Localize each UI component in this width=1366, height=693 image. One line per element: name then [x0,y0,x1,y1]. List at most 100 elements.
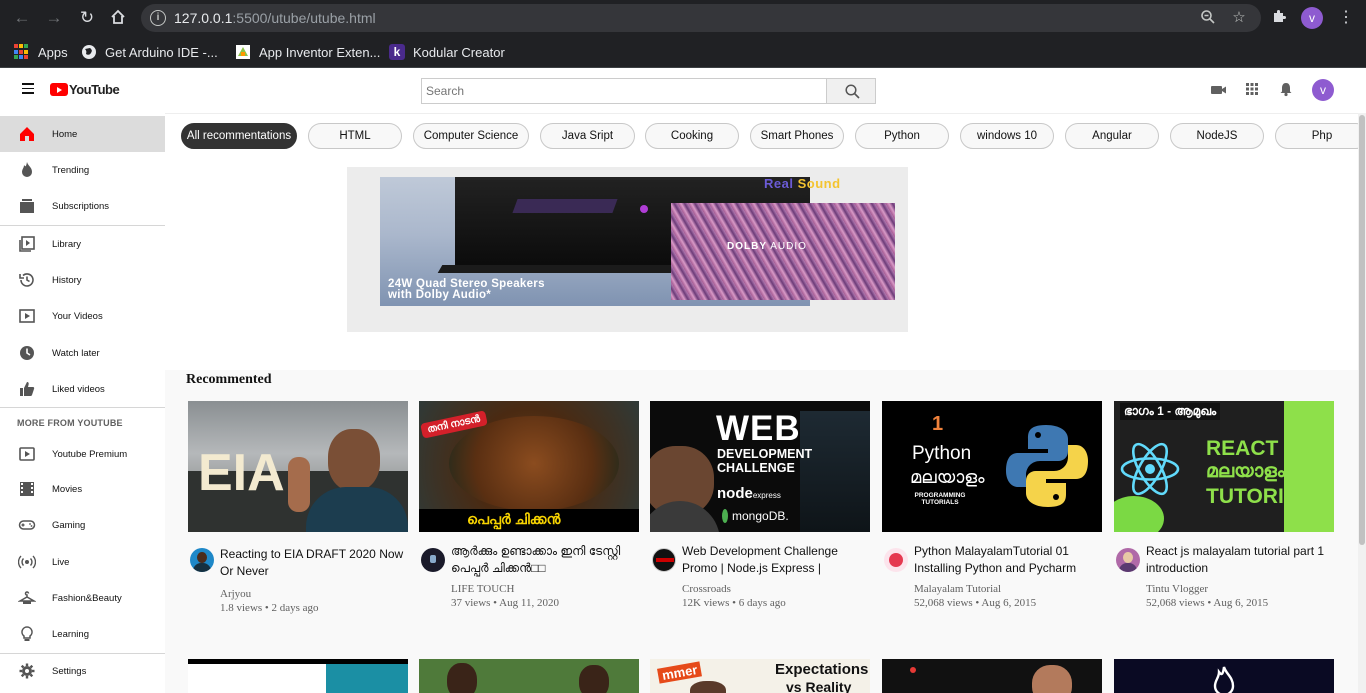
video-thumbnail-row2[interactable]: mmer Expectations vs Reality [650,659,870,693]
sidebar-item-settings[interactable]: Settings [0,653,165,689]
address-bar[interactable]: i 127.0.0.1:5500/utube/utube.html ☆ [141,4,1261,32]
chip-php[interactable]: Php [1275,123,1366,149]
sidebar-item-trending[interactable]: Trending [0,152,165,188]
dolby-bold: DOLBY [727,241,767,252]
thumbnail-text: EIA [198,444,285,502]
zoom-icon[interactable] [1199,9,1217,27]
channel-avatar[interactable] [1116,548,1140,572]
page-scrollbar[interactable] [1358,113,1366,693]
reload-icon[interactable]: ↻ [77,8,97,28]
sidebar-item-learning[interactable]: Learning [0,616,165,652]
video-thumbnail-row2[interactable] [419,659,639,693]
video-thumbnail[interactable]: WEB DEVELOPMENT CHALLENGE nodeexpress mo… [650,401,870,532]
home-browser-icon[interactable] [108,8,128,28]
sidebar-item-gaming[interactable]: Gaming [0,507,165,543]
forward-arrow-icon[interactable]: → [44,8,64,28]
video-thumbnail[interactable]: പെപ്പർ ചിക്കൻ തനി നാടൻ [419,401,639,532]
sidebar-item-label: History [52,274,82,286]
sidebar-item-watch-later[interactable]: Watch later [0,335,165,371]
video-title[interactable]: ആർക്കും ഉണ്ടാക്കാം ഇനി ടേസ്റ്റി പെപ്പർ ച… [451,543,639,577]
apps-icon[interactable] [1244,81,1262,99]
search-button[interactable] [826,78,876,104]
video-thumbnail-row2[interactable] [188,659,408,693]
chip-java-sript[interactable]: Java Sript [540,123,635,149]
category-chips-bar: All recommentations HTML Computer Scienc… [165,113,1366,159]
video-thumbnail[interactable]: 1 Python മലയാളം PROGRAMMING TUTORIALS [882,401,1102,532]
bookmark-apps[interactable]: Apps [14,42,68,62]
channel-name[interactable]: Tintu Vlogger [1146,583,1208,595]
user-avatar[interactable]: v [1312,79,1334,101]
video-thumbnail[interactable]: EIA [188,401,408,532]
back-arrow-icon[interactable]: ← [12,8,32,28]
channel-name[interactable]: LIFE TOUCH [451,583,514,595]
bookmark-app-inventor[interactable]: App Inventor Exten... [235,42,380,62]
history-icon [19,273,34,287]
bookmark-label: App Inventor Exten... [259,44,381,60]
ad-banner[interactable]: 24W Quad Stereo Speakers with Dolby Audi… [347,167,908,332]
channel-name[interactable]: Malayalam Tutorial [914,583,1001,595]
sidebar-item-live[interactable]: Live [0,544,165,580]
hanger-icon [18,591,36,604]
bookmark-star-icon[interactable]: ☆ [1230,9,1248,27]
sidebar-item-youtube-premium[interactable]: Youtube Premium [0,436,165,472]
extensions-puzzle-icon[interactable] [1270,8,1288,28]
site-info-icon[interactable]: i [150,10,166,26]
video-thumbnail[interactable]: ഭാഗം 1 - ആമുഖം REACT JS മലയാളം TUTORIAL [1114,401,1334,532]
channel-name[interactable]: Arjyou [220,588,251,600]
sidebar-item-history[interactable]: History [0,262,165,298]
channel-name[interactable]: Crossroads [682,583,731,595]
bookmarks-bar: Apps Get Arduino IDE -... App Inventor E… [0,36,1366,68]
kodular-icon: k [389,44,405,60]
dolby-light: AUDIO [767,241,807,252]
ad-brand-sound: Sound [797,177,841,191]
chip-nodejs[interactable]: NodeJS [1170,123,1264,149]
bookmark-arduino[interactable]: Get Arduino IDE -... [81,42,218,62]
video-thumbnail-row2[interactable] [1114,659,1334,693]
video-thumbnail-row2[interactable] [882,659,1102,693]
chip-computer-science[interactable]: Computer Science [413,123,529,149]
sidebar-item-home[interactable]: Home [0,116,165,152]
video-title[interactable]: Reacting to EIA DRAFT 2020 Now Or Never [220,546,408,580]
chip-all-recommentations[interactable]: All recommentations [181,123,297,149]
video-title[interactable]: React js malayalam tutorial part 1 intro… [1146,543,1334,577]
sidebar: Home Trending Subscriptions Library Hist… [0,113,165,693]
chip-windows-10[interactable]: windows 10 [960,123,1054,149]
sidebar-item-liked-videos[interactable]: Liked videos [0,371,165,407]
video-title[interactable]: Python MalayalamTutorial 01 Installing P… [914,543,1102,577]
thumbnail-express-text: express [752,491,781,500]
chip-smart-phones[interactable]: Smart Phones [750,123,844,149]
bell-icon[interactable] [1278,81,1296,99]
sidebar-item-your-videos[interactable]: Your Videos [0,298,165,334]
url-text[interactable]: 127.0.0.1:5500/utube/utube.html [174,10,376,26]
scrollbar-thumb[interactable] [1359,115,1365,545]
channel-avatar[interactable] [652,548,676,572]
chip-html[interactable]: HTML [308,123,402,149]
video-camera-icon[interactable] [1210,81,1228,99]
sidebar-item-label: Movies [52,483,83,495]
thumbnail-text: പെപ്പർ ചിക്കൻ [467,511,561,527]
sidebar-item-label: Trending [52,164,90,176]
sidebar-item-fashion-beauty[interactable]: Fashion&Beauty [0,580,165,616]
ad-image[interactable]: 24W Quad Stereo Speakers with Dolby Audi… [380,177,896,306]
dolby-audio-logo: DOLBY AUDIO [727,241,807,252]
hamburger-menu-icon[interactable] [22,83,34,95]
browser-menu-icon[interactable]: ⋮ [1338,8,1354,28]
sidebar-item-movies[interactable]: Movies [0,471,165,507]
youtube-premium-icon [19,447,35,461]
chip-angular[interactable]: Angular [1065,123,1159,149]
search-input[interactable] [421,78,827,104]
video-title[interactable]: Web Development Challenge Promo | Node.j… [682,543,870,577]
thumbnail-tag: mmer [657,661,703,684]
channel-avatar[interactable] [421,548,445,572]
chip-cooking[interactable]: Cooking [645,123,739,149]
thumbnail-line1: Expectations [775,661,869,678]
chip-python[interactable]: Python [855,123,949,149]
sidebar-item-library[interactable]: Library [0,226,165,262]
channel-avatar[interactable] [190,548,214,572]
freecodecamp-fire-icon [1213,666,1235,693]
youtube-logo[interactable]: YouTube [50,82,120,97]
browser-profile-avatar[interactable]: v [1301,7,1323,29]
bookmark-kodular[interactable]: k Kodular Creator [389,42,505,62]
channel-avatar[interactable] [884,548,908,572]
sidebar-item-subscriptions[interactable]: Subscriptions [0,188,165,224]
